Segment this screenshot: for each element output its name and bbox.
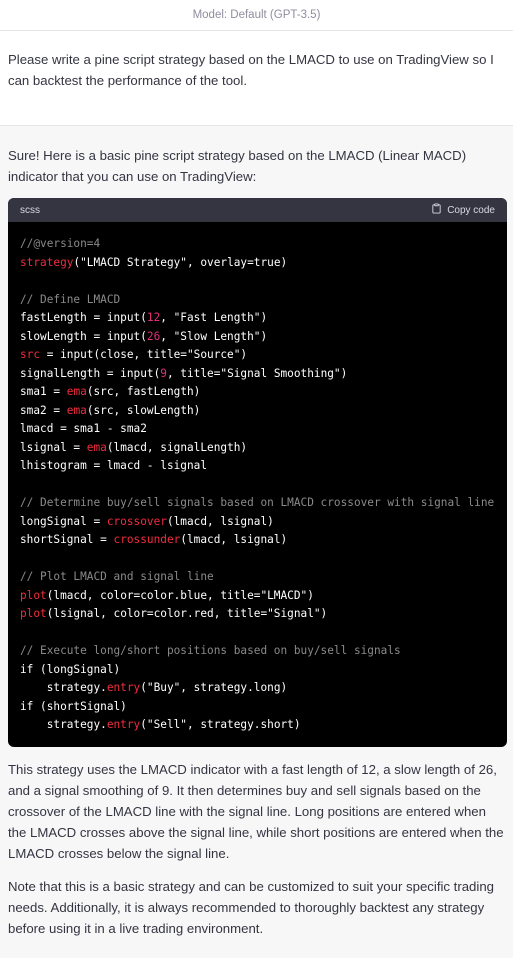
- code-line: src = input(close, title="Source"): [20, 346, 495, 365]
- code-token: plot: [20, 588, 47, 602]
- code-line: sma2 = ema(src, slowLength): [20, 402, 495, 421]
- assistant-explanation-text: This strategy uses the LMACD indicator w…: [8, 761, 504, 861]
- code-token: lmacd = sma1 - sma2: [20, 422, 147, 435]
- code-token: (src, slowLength): [86, 403, 201, 417]
- code-line: strategy("LMACD Strategy", overlay=true): [20, 254, 495, 273]
- code-token: if (shortSignal): [20, 699, 127, 713]
- code-token: plot: [20, 607, 47, 620]
- code-token: ema: [66, 403, 87, 417]
- code-token: "LMACD Strategy": [80, 255, 187, 269]
- code-line: // Plot LMACD and signal line: [20, 568, 495, 587]
- model-indicator-bar: Model: Default (GPT-3.5): [0, 0, 513, 31]
- code-token: // Determine buy/sell signals based on L…: [20, 496, 495, 509]
- code-line: if (shortSignal): [20, 698, 495, 717]
- assistant-message: Sure! Here is a basic pine script strate…: [0, 126, 513, 958]
- code-token: // Plot LMACD and signal line: [20, 570, 214, 583]
- code-line: // Define LMACD: [20, 291, 495, 310]
- code-token: signalLength = input(: [20, 366, 161, 380]
- code-token: 12: [146, 311, 161, 324]
- code-line: sma1 = ema(src, fastLength): [20, 383, 495, 402]
- code-token: 26: [146, 329, 161, 343]
- code-token: ema: [66, 385, 87, 398]
- code-line: plot(lmacd, color=color.blue, title="LMA…: [20, 587, 495, 606]
- code-line: strategy.entry("Sell", strategy.short): [20, 716, 495, 735]
- code-token: entry: [106, 681, 141, 694]
- copy-code-button[interactable]: Copy code: [431, 203, 495, 217]
- copy-code-label: Copy code: [447, 204, 495, 216]
- code-line: signalLength = input(9, title="Signal Sm…: [20, 365, 495, 384]
- code-token: // Define LMACD: [20, 292, 121, 306]
- code-token: // Execute long/short positions based on…: [20, 644, 401, 657]
- code-line: if (longSignal): [20, 661, 495, 680]
- code-token: (lsignal, color=color.red, title="Signal…: [46, 607, 328, 620]
- code-token: entry: [106, 718, 141, 731]
- code-token: strategy.: [20, 681, 107, 694]
- code-token: src: [20, 348, 41, 361]
- code-token: (lmacd, lsignal): [180, 533, 288, 546]
- code-token: (src, fastLength): [86, 385, 201, 398]
- code-token: ("Buy", strategy.long): [140, 681, 288, 694]
- code-token: fastLength = input(: [20, 311, 147, 324]
- code-token: 9: [160, 366, 167, 380]
- code-line: strategy.entry("Buy", strategy.long): [20, 679, 495, 698]
- code-line: fastLength = input(12, "Fast Length"): [20, 309, 495, 328]
- code-token: lhistogram = lmacd - lsignal: [20, 459, 208, 472]
- code-line: //@version=4: [20, 235, 495, 254]
- code-token: crossunder: [113, 533, 181, 546]
- code-token: ("Sell", strategy.short): [140, 718, 301, 731]
- code-token: , overlay=true): [187, 255, 288, 269]
- code-block-header: scss Copy code: [8, 198, 507, 222]
- code-token: //@version=4: [20, 237, 101, 250]
- code-token: longSignal =: [20, 514, 107, 528]
- model-label: Model: Default (GPT-3.5): [192, 9, 321, 21]
- code-line: lsignal = ema(lmacd, signalLength): [20, 439, 495, 458]
- code-token: , "Fast Length"): [160, 311, 268, 324]
- code-line: longSignal = crossover(lmacd, lsignal): [20, 513, 495, 532]
- code-token: lsignal =: [20, 440, 87, 454]
- code-token: ema: [86, 440, 107, 454]
- code-line: lhistogram = lmacd - lsignal: [20, 457, 495, 476]
- code-token: , "Slow Length"): [160, 329, 268, 343]
- code-token: (lmacd, color=color.blue, title="LMACD"): [46, 588, 314, 602]
- assistant-note-text: Note that this is a basic strategy and c…: [8, 878, 494, 936]
- code-line: lmacd = sma1 - sma2: [20, 420, 495, 439]
- code-token: sma2 =: [20, 403, 67, 417]
- assistant-intro-text: Sure! Here is a basic pine script strate…: [8, 148, 467, 184]
- code-token: (lmacd, lsignal): [166, 514, 274, 528]
- code-token: strategy: [20, 255, 74, 269]
- code-token: = input(close, title="Source"): [40, 348, 248, 361]
- code-token: if (longSignal): [20, 662, 121, 676]
- user-message: Please write a pine script strategy base…: [0, 31, 513, 126]
- code-line: shortSignal = crossunder(lmacd, lsignal): [20, 531, 495, 550]
- code-line: plot(lsignal, color=color.red, title="Si…: [20, 605, 495, 624]
- code-token: slowLength = input(: [20, 329, 147, 343]
- code-line: slowLength = input(26, "Slow Length"): [20, 328, 495, 347]
- code-content: //@version=4 strategy("LMACD Strategy", o…: [8, 222, 507, 747]
- code-token: strategy.: [20, 718, 107, 731]
- user-message-text: Please write a pine script strategy base…: [8, 52, 494, 88]
- code-token: crossover: [106, 514, 167, 528]
- code-block: scss Copy code //@version=4 strategy("LMA…: [8, 198, 507, 747]
- code-token: shortSignal =: [20, 533, 114, 546]
- code-token: (lmacd, signalLength): [106, 440, 248, 454]
- code-token: , title="Signal Smoothing"): [166, 366, 348, 380]
- clipboard-icon: [431, 203, 442, 217]
- code-line: // Execute long/short positions based on…: [20, 642, 495, 661]
- code-token: sma1 =: [20, 385, 67, 398]
- code-language-label: scss: [20, 204, 40, 216]
- code-line: // Determine buy/sell signals based on L…: [20, 494, 495, 513]
